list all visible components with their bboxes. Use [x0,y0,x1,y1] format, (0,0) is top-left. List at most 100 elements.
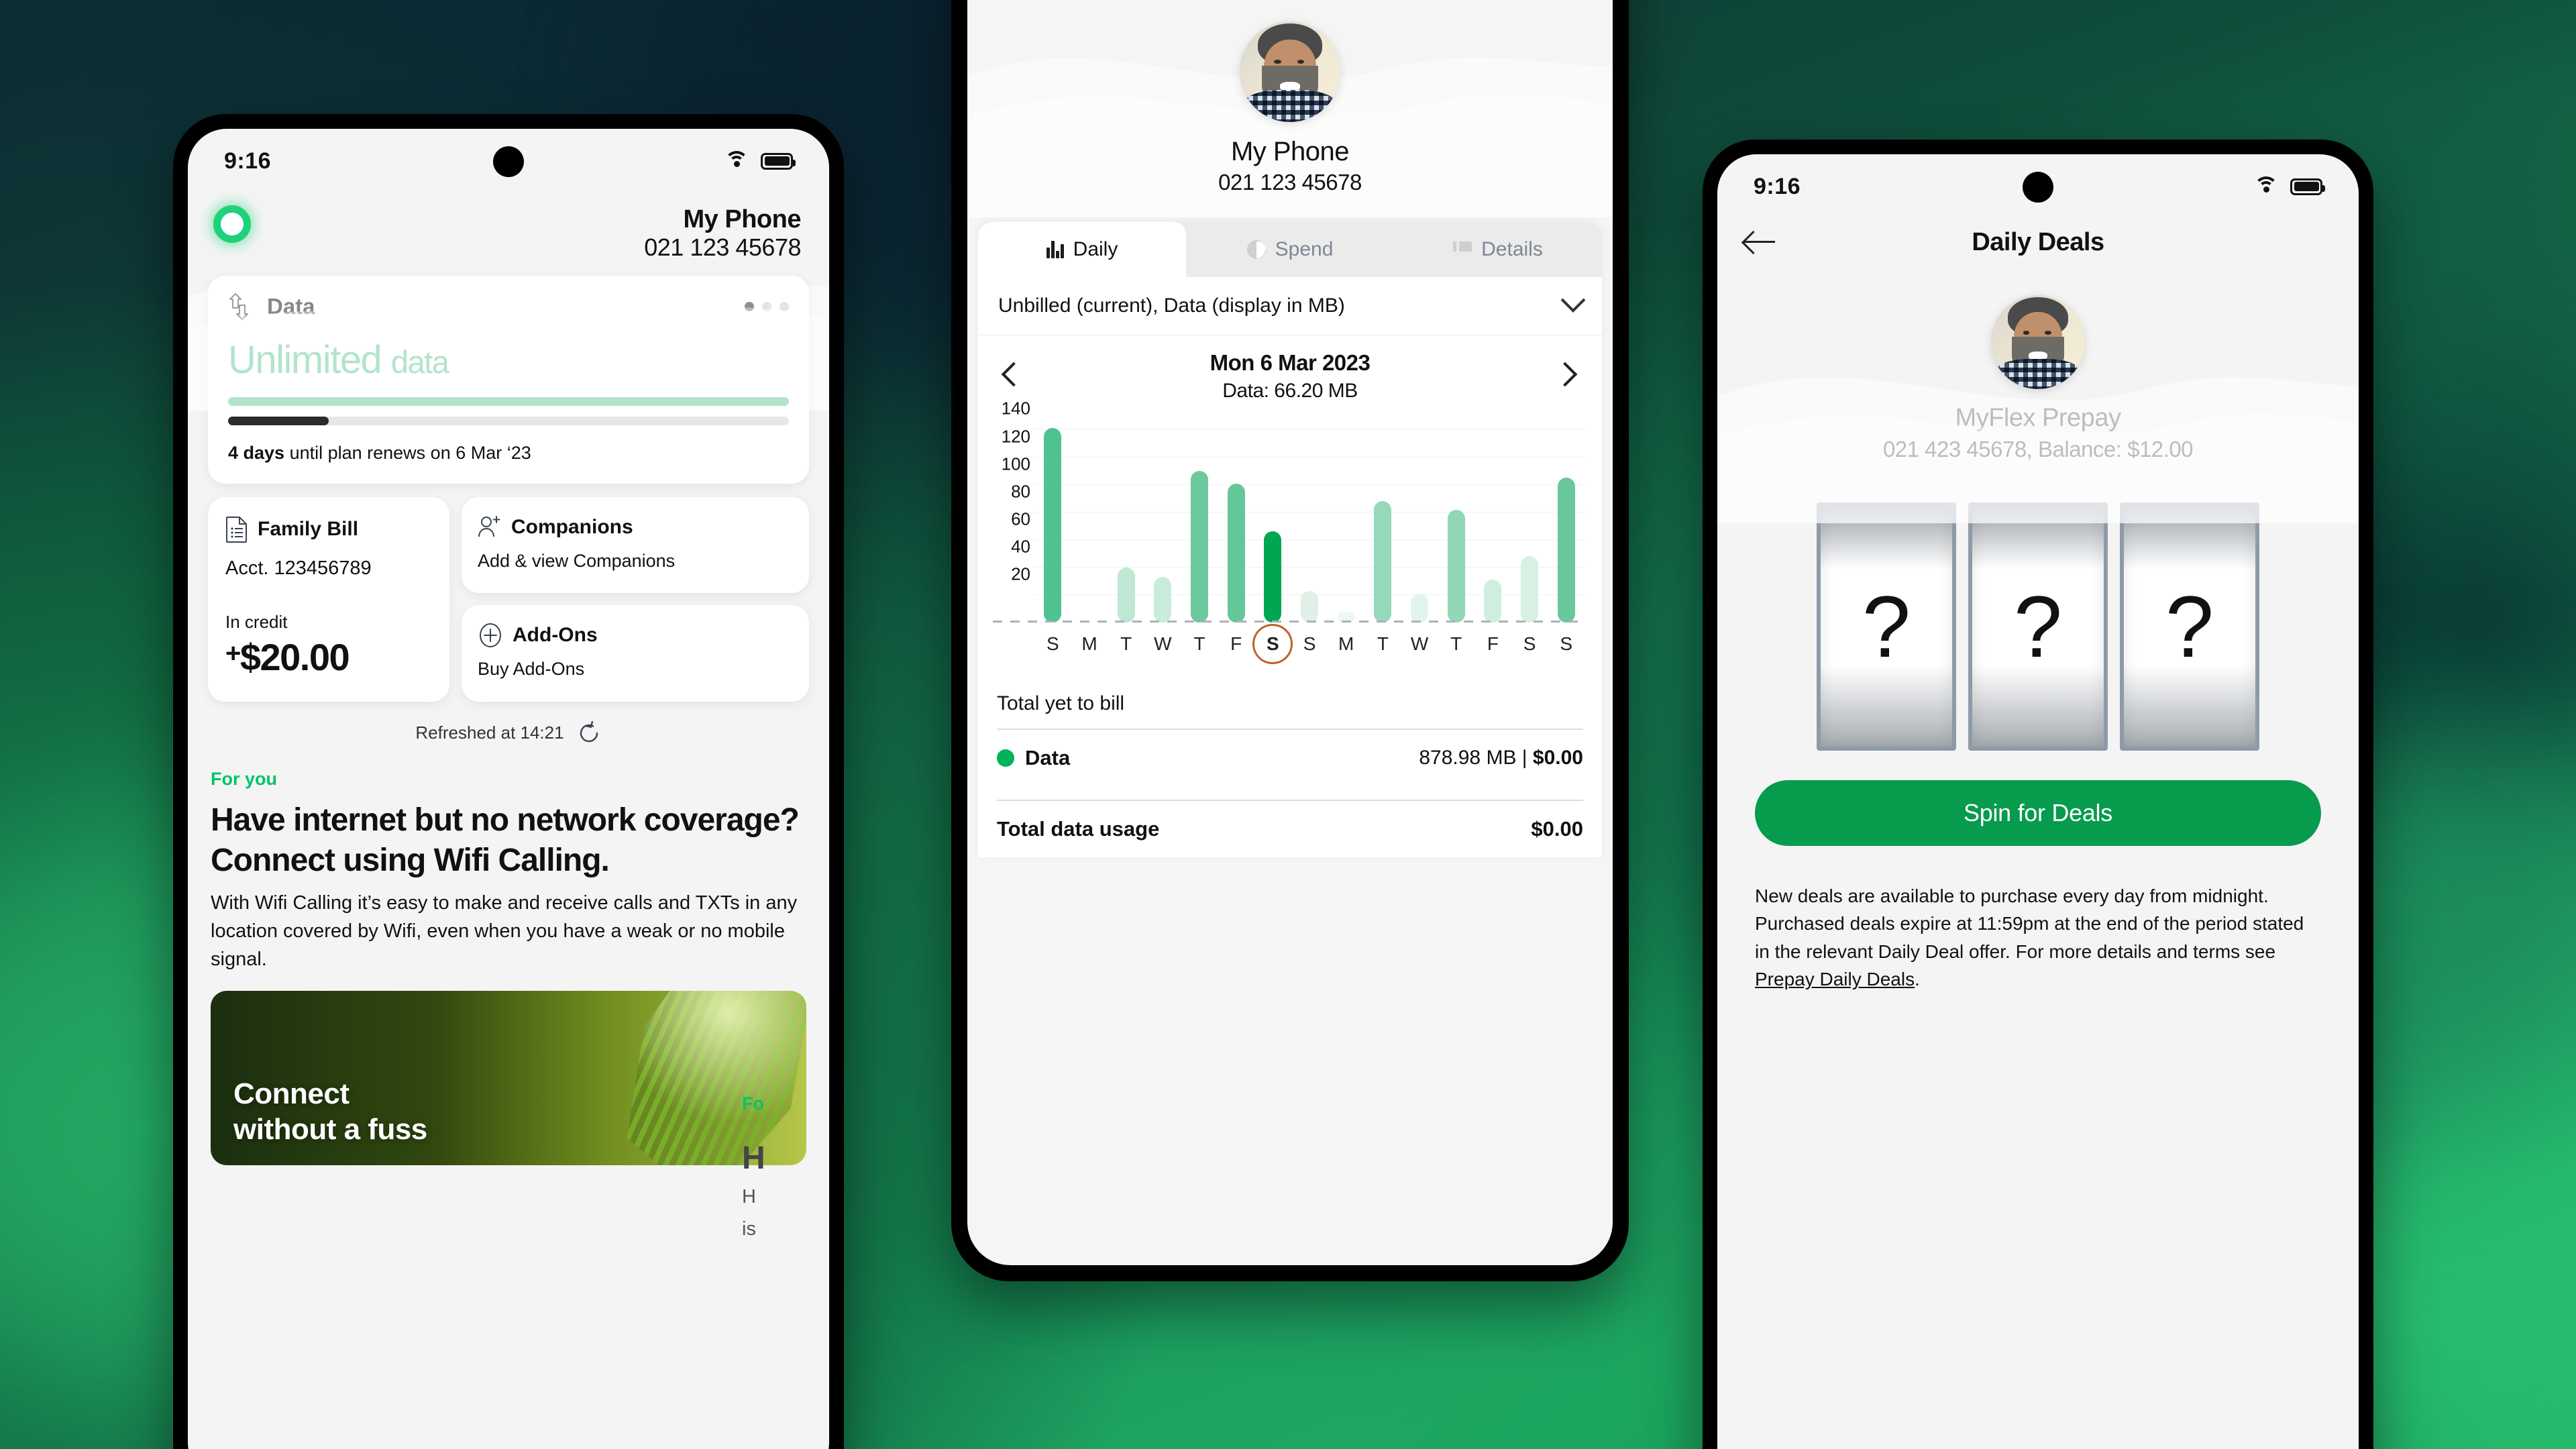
renewal-days: 4 days [228,442,285,463]
right-nav: Daily Deals [1717,219,2359,256]
chart-bar [1264,531,1282,623]
data-card[interactable]: Data Unlimited data 4 days until plan re… [208,275,809,484]
profile-number: 021 123 45678 [1218,170,1362,195]
tab-daily-label: Daily [1073,238,1118,260]
chart-bar [1447,509,1465,623]
promo-card[interactable]: Connect without a fuss [211,991,806,1165]
for-you-headline[interactable]: Have internet but no network coverage? C… [211,800,806,881]
spin-for-deals-button[interactable]: Spin for Deals [1755,780,2321,846]
for-you-section: For you Have internet but no network cov… [211,769,806,973]
wifi-icon [723,151,750,171]
chart-bar-cell[interactable] [1474,419,1511,623]
chart-bar-cell[interactable] [1364,419,1401,623]
refresh-icon[interactable] [576,720,602,746]
companions-card[interactable]: Companions Add & view Companions [462,496,809,594]
chart-bar [1301,590,1319,623]
data-renewal-text: 4 days until plan renews on 6 Mar ‘23 [228,443,789,464]
y-tick-100: 100 [1001,453,1030,474]
totals-heading: Total yet to bill [997,692,1125,714]
family-bill-card[interactable]: Family Bill Acct. 123456789 In credit +$… [208,496,449,702]
chart-bar-cell[interactable] [1401,419,1438,623]
chart-bar-cell[interactable] [1548,419,1585,623]
status-time: 9:16 [1754,173,1801,199]
chart-x-label[interactable]: F [1218,633,1254,655]
daily-usage-chart[interactable]: 20 40 60 80 100 120 140 SMTWTFSSMTWTFSS [993,398,1585,654]
left-screen: 9:16 My Phone 021 123 45678 Data Unlimit… [188,129,829,1449]
chart-x-label[interactable]: T [1181,633,1218,655]
chart-bar-cell[interactable] [1511,419,1548,623]
chart-x-label[interactable]: S [1034,633,1071,655]
refreshed-row[interactable]: Refreshed at 14:21 [188,720,829,746]
chart-x-label[interactable]: S [1511,633,1548,655]
amount-sign: + [225,638,241,668]
chart-x-label[interactable]: M [1328,633,1364,655]
middle-screen: My Phone 021 123 45678 Daily Spend Detai… [967,0,1613,1265]
totals-row-total: Total data usage $0.00 [997,801,1583,857]
data-card-label: Data [267,293,315,319]
amount-value: $20.00 [239,635,350,678]
progress-bar-days [228,416,789,425]
chart-bar-cell[interactable] [1071,419,1108,623]
chart-x-label[interactable]: M [1071,633,1108,655]
chart-bar-cell[interactable] [1218,419,1254,623]
slot-reel-2[interactable]: ? [1968,502,2108,751]
left-header: My Phone 021 123 45678 [188,193,829,261]
data-headline-strong: Unlimited [228,337,382,382]
tab-daily[interactable]: Daily [978,222,1186,277]
chart-x-label[interactable]: W [1144,633,1181,655]
pager-dots[interactable] [745,301,789,311]
y-tick-80: 80 [1011,481,1030,502]
legend-dot-data [997,749,1014,767]
data-transfer-icon [229,292,248,320]
user-avatar[interactable] [1240,21,1340,122]
slot-reel-3[interactable]: ? [2120,502,2259,751]
user-avatar[interactable] [1991,295,2085,389]
addons-card[interactable]: Add-Ons Buy Add-Ons [462,605,809,702]
chart-bar [1374,501,1392,623]
selected-date-value: Data: 66.20 MB [1222,380,1358,402]
totals-row-cost: $0.00 [1532,747,1583,769]
right-screen: 9:16 Daily Deals MyFlex Prepay 021 423 4… [1717,154,2359,1449]
list-icon [1453,241,1472,258]
chart-x-label[interactable]: S [1254,633,1291,655]
chart-plot [1034,419,1585,623]
usage-filter-select[interactable]: Unbilled (current), Data (display in MB) [978,277,1602,335]
status-dot-icon[interactable] [213,205,251,243]
chart-x-label[interactable]: T [1364,633,1401,655]
chart-x-label[interactable]: S [1291,633,1328,655]
family-bill-status: In credit [225,611,288,632]
chart-bar-cell[interactable] [1108,419,1144,623]
tab-details[interactable]: Details [1394,222,1602,277]
y-tick-20: 20 [1011,564,1030,584]
addons-subtitle: Buy Add-Ons [478,659,585,680]
chart-x-label[interactable]: T [1108,633,1144,655]
chart-x-labels: SMTWTFSSMTWTFSS [1034,633,1585,655]
for-you-next-card[interactable]: Fo H H is [742,1093,829,1243]
plus-circle-icon [480,623,501,648]
chart-bar-cell[interactable] [1438,419,1474,623]
chevron-left-icon[interactable] [1001,362,1026,388]
tab-spend[interactable]: Spend [1186,222,1394,277]
for-you-next-line1: H [742,1186,756,1208]
totals-row-usage: 878.98 MB | [1419,747,1533,769]
usage-filter-value: Unbilled (current), Data (display in MB) [998,294,1345,317]
profile-name: My Phone [1230,137,1350,166]
chart-x-label[interactable]: F [1474,633,1511,655]
right-profile: MyFlex Prepay 021 423 45678, Balance: $1… [1717,295,2359,462]
chart-bar-cell[interactable] [1144,419,1181,623]
chart-bar-cell[interactable] [1328,419,1364,623]
camera-notch [2023,172,2053,203]
chart-bar-cell[interactable] [1034,419,1071,623]
chart-x-label[interactable]: T [1438,633,1474,655]
slot-reel-1[interactable]: ? [1817,502,1956,751]
chart-bar-cell[interactable] [1254,419,1291,623]
chart-bar-cell[interactable] [1291,419,1328,623]
companions-subtitle: Add & view Companions [478,550,676,571]
chart-bar-cell[interactable] [1181,419,1218,623]
chart-x-label[interactable]: W [1401,633,1438,655]
bar-chart-icon [1046,241,1064,258]
for-you-next-tag: Fo [742,1093,764,1114]
chart-x-label[interactable]: S [1548,633,1585,655]
prepay-daily-deals-link[interactable]: Prepay Daily Deals [1755,969,1915,989]
chevron-right-icon[interactable] [1552,362,1579,388]
